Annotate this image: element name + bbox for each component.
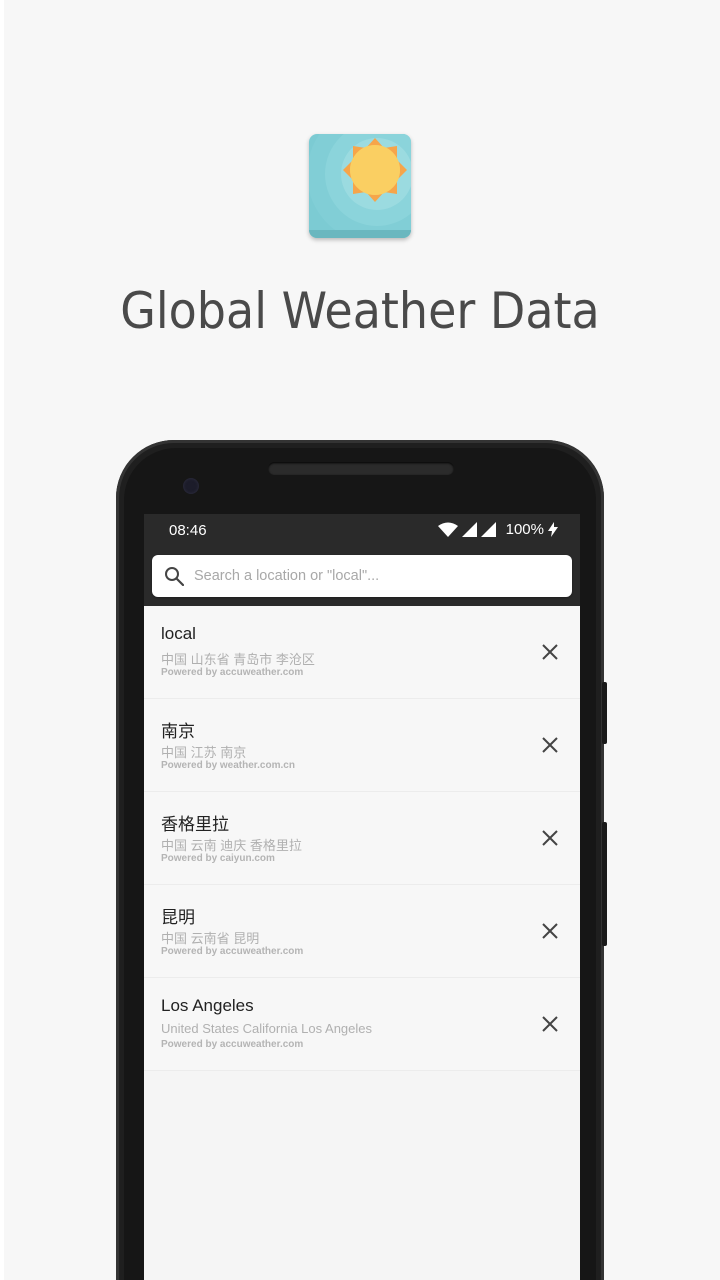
search-icon xyxy=(164,566,185,591)
status-icons: 100% xyxy=(437,521,558,538)
location-address: United States California Los Angeles xyxy=(161,1021,373,1036)
promo-screen: Global Weather Data 08:46 100% Search a … xyxy=(0,0,720,1280)
phone-volume-button xyxy=(602,682,607,744)
location-name: Los Angeles xyxy=(161,996,254,1015)
close-icon[interactable] xyxy=(538,733,562,757)
search-toolbar xyxy=(144,548,580,606)
phone-power-button xyxy=(602,822,607,946)
phone-camera xyxy=(183,478,199,494)
location-source: Powered by weather.com.cn xyxy=(161,760,295,771)
headline: Global Weather Data xyxy=(120,282,600,340)
signal-icon xyxy=(461,522,477,537)
charging-icon xyxy=(548,522,558,537)
location-name: 昆明 xyxy=(161,908,195,927)
signal-icon xyxy=(480,522,496,537)
location-address: 中国 云南 迪庆 香格里拉 xyxy=(161,838,302,853)
location-source: Powered by accuweather.com xyxy=(161,946,304,957)
phone-speaker xyxy=(268,462,454,475)
status-time: 08:46 xyxy=(169,522,207,539)
status-bar: 08:46 100% xyxy=(144,514,580,548)
location-source: Powered by caiyun.com xyxy=(161,853,275,864)
location-address: 中国 山东省 青岛市 李沧区 xyxy=(161,652,315,667)
close-icon[interactable] xyxy=(538,826,562,850)
location-list: local 中国 山东省 青岛市 李沧区 Powered by accuweat… xyxy=(144,606,580,1071)
close-icon[interactable] xyxy=(538,1012,562,1036)
list-item[interactable]: 南京 中国 江苏 南京 Powered by weather.com.cn xyxy=(144,699,580,792)
location-name: local xyxy=(161,624,196,643)
close-icon[interactable] xyxy=(538,919,562,943)
list-item[interactable]: Los Angeles United States California Los… xyxy=(144,978,580,1071)
search-box[interactable] xyxy=(152,555,572,597)
location-address: 中国 江苏 南京 xyxy=(161,745,247,760)
weather-app-icon xyxy=(309,134,411,238)
location-source: Powered by accuweather.com xyxy=(161,1039,304,1050)
list-item[interactable]: 香格里拉 中国 云南 迪庆 香格里拉 Powered by caiyun.com xyxy=(144,792,580,885)
phone-screen: 08:46 100% Search a location or "local".… xyxy=(144,514,580,1280)
battery-percent: 100% xyxy=(505,521,544,538)
wifi-icon xyxy=(437,522,458,537)
close-icon[interactable] xyxy=(538,640,562,664)
list-item[interactable]: 昆明 中国 云南省 昆明 Powered by accuweather.com xyxy=(144,885,580,978)
location-name: 南京 xyxy=(161,722,195,741)
search-input[interactable] xyxy=(194,555,554,597)
location-source: Powered by accuweather.com xyxy=(161,667,304,678)
location-name: 香格里拉 xyxy=(161,815,229,834)
location-address: 中国 云南省 昆明 xyxy=(161,931,260,946)
list-item[interactable]: local 中国 山东省 青岛市 李沧区 Powered by accuweat… xyxy=(144,606,580,699)
